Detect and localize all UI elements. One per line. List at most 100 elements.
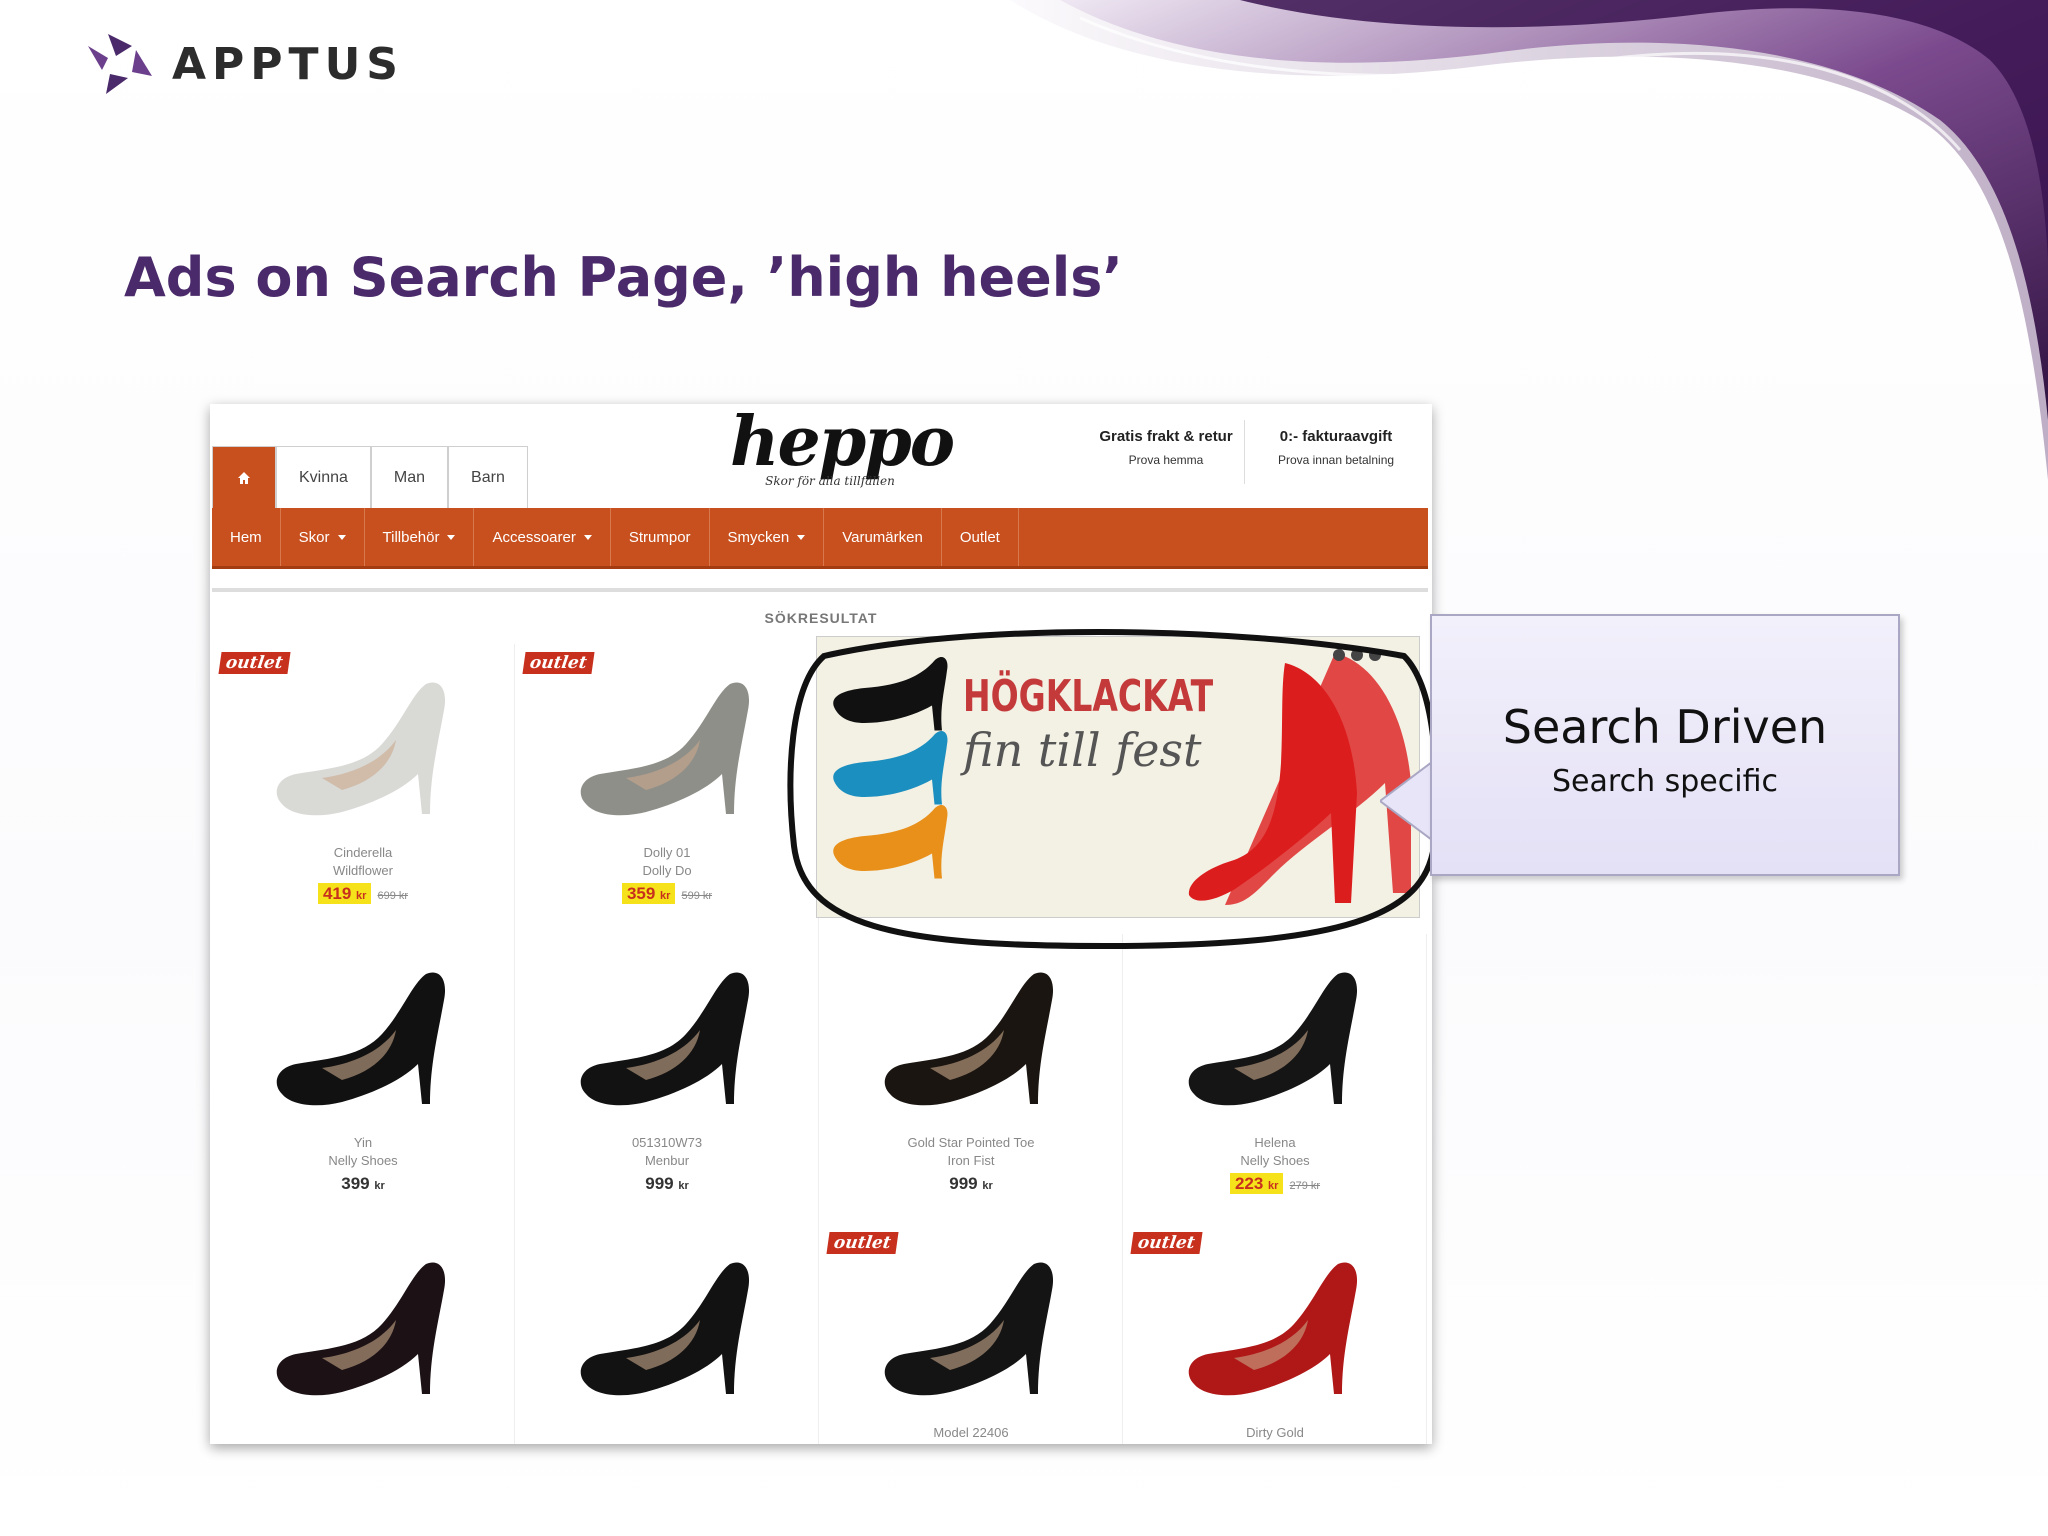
product-brand: Wildflower bbox=[333, 863, 393, 878]
shoe-image[interactable] bbox=[262, 964, 462, 1114]
product-price: 359 kr 599 kr bbox=[516, 883, 818, 904]
shoe-image[interactable] bbox=[262, 674, 462, 824]
currency-label: kr bbox=[982, 1180, 993, 1192]
product-brand: Nelly Shoes bbox=[1240, 1153, 1310, 1168]
currency-label: kr bbox=[678, 1180, 689, 1192]
product-card[interactable]: outlet Cinderella Wildflower 419 kr 699 kr bbox=[212, 644, 515, 935]
nav-item[interactable]: Outlet bbox=[942, 508, 1019, 566]
callout-subtitle: Search specific bbox=[1552, 764, 1778, 799]
product-name[interactable]: Model 22406 bbox=[820, 1424, 1122, 1442]
shoe-image[interactable] bbox=[870, 1254, 1070, 1404]
product-brand: Menbur bbox=[644, 1153, 690, 1168]
product-card[interactable] bbox=[212, 1224, 515, 1444]
product-card[interactable]: outlet Model 22406 bbox=[820, 1224, 1123, 1444]
product-name[interactable]: Dolly 01 bbox=[516, 844, 818, 862]
product-card[interactable] bbox=[516, 1224, 819, 1444]
nav-item[interactable]: Strumpor bbox=[611, 508, 710, 566]
shoe-image[interactable] bbox=[566, 1254, 766, 1404]
apptus-triangle-logo-icon bbox=[88, 34, 152, 94]
chevron-down-icon bbox=[447, 534, 456, 540]
nav-item-label: Accessoarer bbox=[492, 528, 576, 546]
product-card[interactable]: outlet Dolly 01 Dolly Do 359 kr 599 kr bbox=[516, 644, 819, 935]
product-name[interactable]: Gold Star Pointed Toe bbox=[820, 1134, 1122, 1152]
currency-label: kr bbox=[1268, 1180, 1279, 1192]
nav-item-label: Skor bbox=[298, 528, 330, 546]
product-card[interactable]: Gold Star Pointed Toe Iron Fist 999 kr bbox=[820, 934, 1123, 1225]
nav-item-label: Smycken bbox=[727, 528, 790, 546]
price-value: 359 kr bbox=[621, 883, 676, 904]
product-name[interactable]: Helena bbox=[1124, 1134, 1426, 1152]
product-name[interactable]: 051310W73 bbox=[516, 1134, 818, 1152]
product-price: 399 kr bbox=[212, 1174, 514, 1194]
nav-item[interactable]: Tillbehör bbox=[365, 508, 475, 566]
product-card[interactable]: Yin Nelly Shoes 399 kr bbox=[212, 934, 515, 1225]
old-price: 699 kr bbox=[377, 890, 409, 902]
promo-free-shipping[interactable]: Gratis frakt & retur Prova hemma bbox=[1096, 428, 1236, 467]
product-brand: Dolly Do bbox=[642, 863, 692, 878]
callout-box: Search Driven Search specific bbox=[1430, 614, 1900, 876]
nav-item[interactable]: Accessoarer bbox=[474, 508, 611, 566]
product-brand: Iron Fist bbox=[947, 1153, 995, 1168]
main-nav: Hem Skor Tillbehör Accessoarer Strumpor Smyck… bbox=[212, 508, 1428, 569]
category-tabs: Kvinna Man Barn bbox=[212, 446, 528, 508]
chevron-down-icon bbox=[583, 534, 592, 540]
product-card[interactable]: Helena Nelly Shoes 223 kr 279 kr bbox=[1124, 934, 1427, 1225]
outlet-badge: outlet bbox=[522, 652, 595, 674]
currency-label: kr bbox=[356, 890, 367, 902]
nav-item-label: Tillbehör bbox=[382, 528, 440, 546]
promo-sub: Prova hemma bbox=[1128, 453, 1204, 467]
currency-label: kr bbox=[660, 890, 671, 902]
product-price: 419 kr 699 kr bbox=[212, 883, 514, 904]
tab-kvinna[interactable]: Kvinna bbox=[276, 446, 371, 508]
nav-item-label: Hem bbox=[230, 528, 262, 546]
old-price: 279 kr bbox=[1289, 1180, 1321, 1192]
nav-item[interactable]: Hem bbox=[212, 508, 281, 566]
promo-no-fee[interactable]: 0:- fakturaavgift Prova innan betalning bbox=[1256, 428, 1416, 467]
price-value: 999 kr bbox=[949, 1174, 993, 1193]
old-price: 599 kr bbox=[681, 890, 713, 902]
product-name[interactable]: Cinderella bbox=[212, 844, 514, 862]
shoe-image[interactable] bbox=[870, 964, 1070, 1114]
shoe-image[interactable] bbox=[566, 964, 766, 1114]
promo-sub: Prova innan betalning bbox=[1277, 453, 1395, 467]
shoe-image[interactable] bbox=[262, 1254, 462, 1404]
tab-barn[interactable]: Barn bbox=[448, 446, 528, 508]
promo-title: 0:- fakturaavgift bbox=[1279, 428, 1393, 445]
nav-item[interactable]: Skor bbox=[281, 508, 365, 566]
product-name[interactable]: Yin bbox=[212, 1134, 514, 1152]
currency-label: kr bbox=[374, 1180, 385, 1192]
home-tab[interactable] bbox=[212, 446, 276, 508]
outlet-badge: outlet bbox=[1130, 1232, 1203, 1254]
brand-name: heppo bbox=[730, 404, 955, 482]
promo-divider bbox=[1244, 420, 1245, 484]
product-price: 999 kr bbox=[516, 1174, 818, 1194]
shoe-image[interactable] bbox=[1174, 1254, 1374, 1404]
outlet-badge: outlet bbox=[218, 652, 291, 674]
product-card[interactable]: 051310W73 Menbur 999 kr bbox=[516, 934, 819, 1225]
price-value: 399 kr bbox=[341, 1174, 385, 1193]
shoe-image[interactable] bbox=[566, 674, 766, 824]
chevron-down-icon bbox=[797, 534, 806, 540]
home-icon bbox=[238, 471, 250, 484]
tab-man[interactable]: Man bbox=[370, 446, 449, 508]
chevron-down-icon bbox=[337, 534, 346, 540]
product-brand: Nelly Shoes bbox=[328, 1153, 398, 1168]
product-name[interactable]: Dirty Gold bbox=[1124, 1424, 1426, 1442]
product-price: 223 kr 279 kr bbox=[1124, 1173, 1426, 1194]
price-value: 419 kr bbox=[317, 883, 372, 904]
highlight-ellipse bbox=[787, 629, 1440, 950]
slide-title: Ads on Search Page, ’high heels’ bbox=[124, 246, 1123, 309]
nav-divider bbox=[212, 588, 1428, 592]
product-card[interactable]: outlet Dirty Gold bbox=[1124, 1224, 1427, 1444]
heppo-logo[interactable]: heppo Skor för alla tillfällen bbox=[730, 404, 955, 488]
promo-title: Gratis frakt & retur bbox=[1099, 428, 1233, 445]
price-value: 223 kr bbox=[1229, 1173, 1284, 1194]
nav-item[interactable]: Smycken bbox=[710, 508, 825, 566]
slide: APPTUS Ads on Search Page, ’high heels’ … bbox=[0, 0, 2048, 1536]
apptus-wordmark: APPTUS bbox=[172, 38, 404, 90]
shoe-image[interactable] bbox=[1174, 964, 1374, 1114]
nav-item-label: Strumpor bbox=[628, 528, 691, 546]
callout-title: Search Driven bbox=[1502, 700, 1828, 754]
nav-item[interactable]: Varumärken bbox=[824, 508, 942, 566]
product-price: 999 kr bbox=[820, 1174, 1122, 1194]
